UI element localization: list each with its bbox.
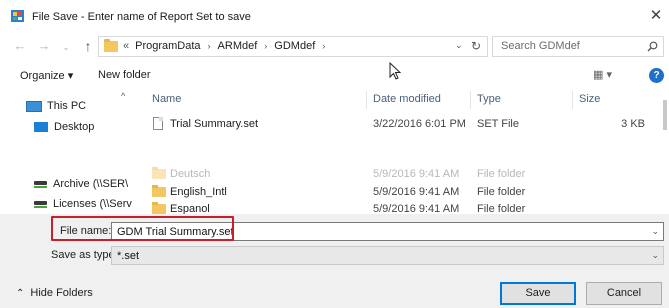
folder-name: English_Intl <box>170 186 227 198</box>
file-date: 3/22/2016 6:01 PM <box>373 118 466 130</box>
chevron-down-icon[interactable]: ⌄ <box>651 250 659 261</box>
close-button[interactable]: ✕ <box>646 6 666 26</box>
chevron-right-icon[interactable]: › <box>322 41 325 51</box>
save-button[interactable]: Save <box>500 282 576 305</box>
forward-button[interactable]: → <box>36 38 52 54</box>
file-icon <box>153 117 163 130</box>
address-bar[interactable]: « ProgramData › ARMdef › GDMdef › ⌄ ↻ <box>98 36 488 57</box>
address-dropdown-button[interactable]: ⌄ <box>455 40 463 51</box>
save-as-type-value: *.set <box>117 250 140 262</box>
navigation-bar: ← → ⌄ ↑ « ProgramData › ARMdef › GDMdef … <box>0 33 669 59</box>
column-divider[interactable] <box>366 91 367 109</box>
hide-folders-label: Hide Folders <box>30 287 93 299</box>
chevron-right-icon[interactable]: › <box>208 41 211 51</box>
folder-type: File folder <box>477 168 526 180</box>
folder-row[interactable]: Deutsch 5/9/2016 9:41 AM File folder <box>140 166 660 183</box>
address-overflow-button[interactable]: « <box>123 40 129 52</box>
refresh-button[interactable]: ↻ <box>471 39 481 53</box>
file-name: Trial Summary.set <box>170 118 259 130</box>
breadcrumb-programdata[interactable]: ProgramData <box>135 40 200 52</box>
command-bar: Organize ▾ New folder ▦ ▾ ? <box>0 62 669 89</box>
network-drive-icon <box>34 200 48 209</box>
window-title: File Save - Enter name of Report Set to … <box>32 11 251 23</box>
chevron-up-icon: ⌃ <box>16 287 25 299</box>
app-icon <box>11 10 24 22</box>
column-header-date[interactable]: Date modified <box>373 93 441 105</box>
folder-icon <box>104 39 118 52</box>
column-header-size[interactable]: Size <box>579 93 600 105</box>
network-drive-icon <box>34 180 48 189</box>
nav-item-licenses[interactable]: Licenses (\\Serv <box>34 196 132 212</box>
screen-glare <box>0 138 669 164</box>
search-input[interactable]: Search GDMdef <box>492 36 664 57</box>
save-as-type-select[interactable]: *.set ⌄ <box>111 246 664 265</box>
change-view-button[interactable]: ▦ ▾ <box>593 68 612 81</box>
nav-item-label: This PC <box>47 100 87 112</box>
file-type: SET File <box>477 118 519 130</box>
column-header-type[interactable]: Type <box>477 93 501 105</box>
organize-button[interactable]: Organize ▾ <box>20 69 73 82</box>
scrollbar-thumb[interactable] <box>663 100 667 130</box>
save-as-type-label: Save as type: <box>51 249 118 261</box>
nav-item-label: Archive (\\SER\ <box>53 178 129 190</box>
column-divider[interactable] <box>470 91 471 109</box>
title-bar: File Save - Enter name of Report Set to … <box>0 0 669 32</box>
file-row[interactable]: Trial Summary.set 3/22/2016 6:01 PM SET … <box>140 116 660 133</box>
nav-item-label: Desktop <box>54 121 95 133</box>
nav-item-desktop[interactable]: Desktop <box>34 119 94 135</box>
folder-date: 5/9/2016 9:41 AM <box>373 186 460 198</box>
mouse-cursor-icon <box>389 62 402 80</box>
breadcrumb-armdef[interactable]: ARMdef <box>218 40 258 52</box>
chevron-right-icon[interactable]: › <box>264 41 267 51</box>
nav-item-archive[interactable]: Archive (\\SER\ <box>34 176 128 192</box>
computer-icon <box>26 100 42 112</box>
nav-item-this-pc[interactable]: This PC <box>26 98 86 114</box>
annotation-highlight-box <box>51 216 234 241</box>
folder-row[interactable]: English_Intl 5/9/2016 9:41 AM File folde… <box>140 184 660 201</box>
up-folder-button[interactable]: ↑ <box>80 38 96 54</box>
help-button[interactable]: ? <box>649 68 664 83</box>
folder-type: File folder <box>477 186 526 198</box>
folder-icon <box>152 185 166 197</box>
cancel-button[interactable]: Cancel <box>586 282 662 305</box>
new-folder-button[interactable]: New folder <box>98 69 151 81</box>
file-size: 3 KB <box>621 118 645 130</box>
column-header-name[interactable]: Name <box>152 93 181 105</box>
breadcrumb: « ProgramData › ARMdef › GDMdef › <box>123 40 332 52</box>
dialog-footer: ⌃ Hide Folders Save Cancel <box>0 266 669 308</box>
desktop-icon <box>34 122 48 132</box>
folder-name: Deutsch <box>170 168 211 180</box>
search-placeholder: Search GDMdef <box>501 40 580 52</box>
folder-date: 5/9/2016 9:41 AM <box>373 168 460 180</box>
folder-icon <box>152 167 166 179</box>
recent-locations-button[interactable]: ⌄ <box>58 39 74 55</box>
chevron-down-icon[interactable]: ⌄ <box>651 226 659 237</box>
back-button[interactable]: ← <box>12 38 28 54</box>
folder-icon <box>152 202 166 214</box>
breadcrumb-gdmdef[interactable]: GDMdef <box>274 40 315 52</box>
nav-item-label: Licenses (\\Serv <box>53 198 132 210</box>
hide-folders-button[interactable]: ⌃ Hide Folders <box>16 287 93 299</box>
search-icon[interactable] <box>647 41 658 52</box>
column-divider[interactable] <box>572 91 573 109</box>
